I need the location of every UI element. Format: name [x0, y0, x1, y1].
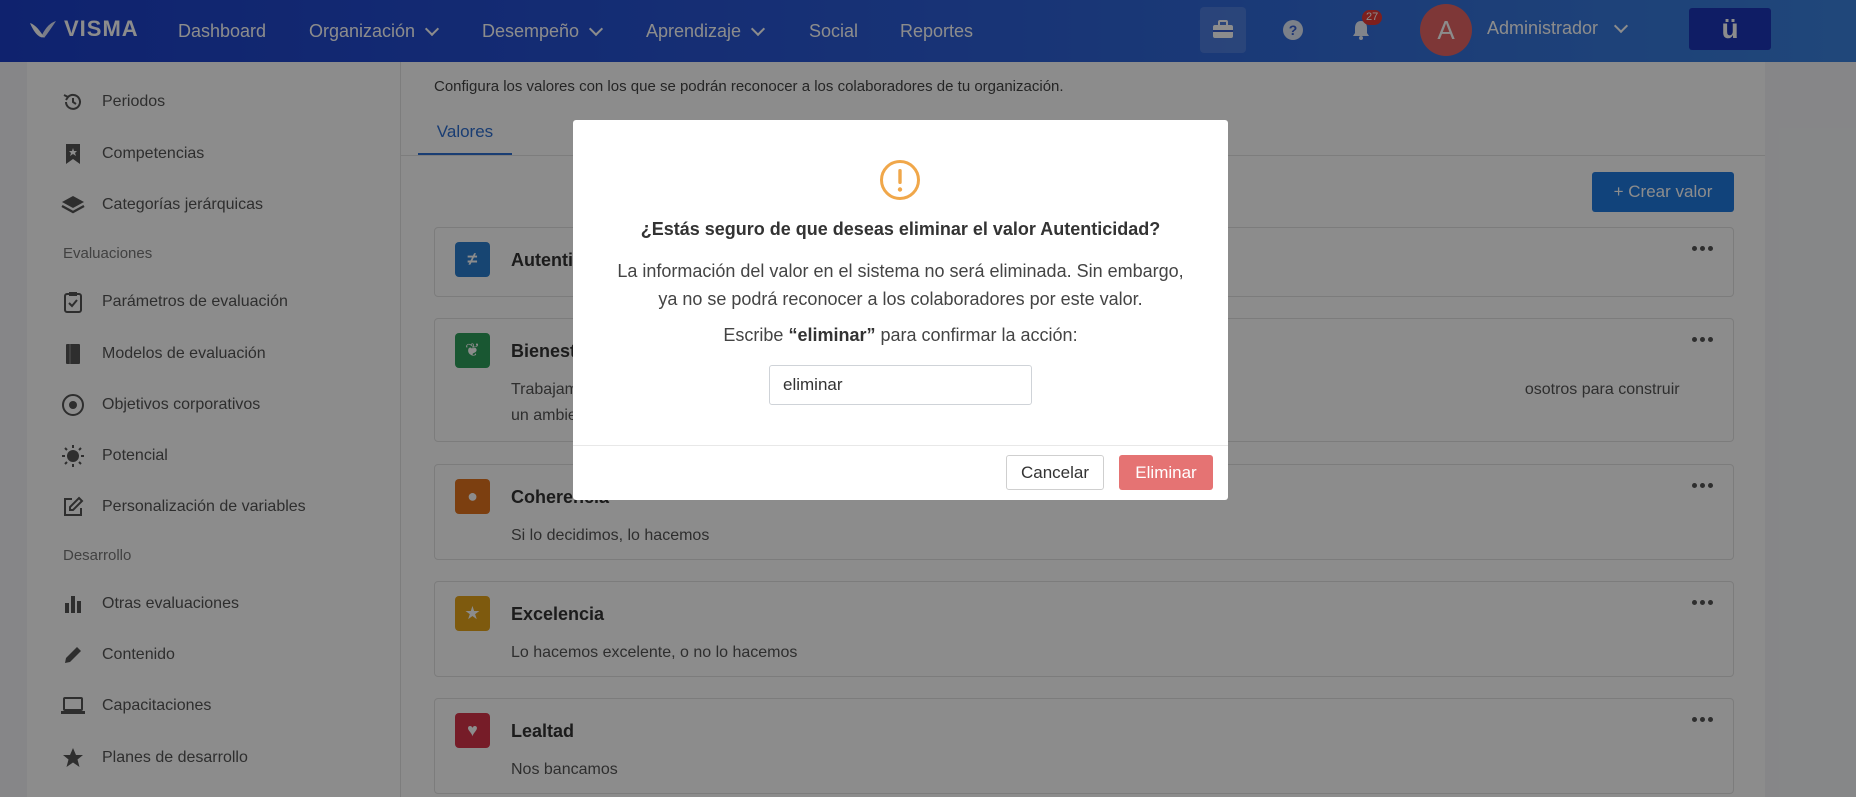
dialog-instruction: Escribe “eliminar” para confirmar la acc…	[723, 325, 1078, 345]
delete-value-dialog: ¿Estás seguro de que deseas eliminar el …	[573, 120, 1228, 500]
dialog-title: ¿Estás seguro de que deseas eliminar el …	[640, 219, 1161, 239]
warning-icon	[880, 160, 920, 200]
dialog-footer-divider	[573, 445, 1228, 446]
confirm-keyword: “eliminar”	[788, 325, 876, 345]
delete-button[interactable]: Eliminar	[1119, 455, 1213, 490]
confirm-text-input[interactable]	[769, 365, 1032, 405]
cancel-button[interactable]: Cancelar	[1006, 455, 1104, 490]
dialog-message: La información del valor en el sistema n…	[617, 261, 1184, 309]
